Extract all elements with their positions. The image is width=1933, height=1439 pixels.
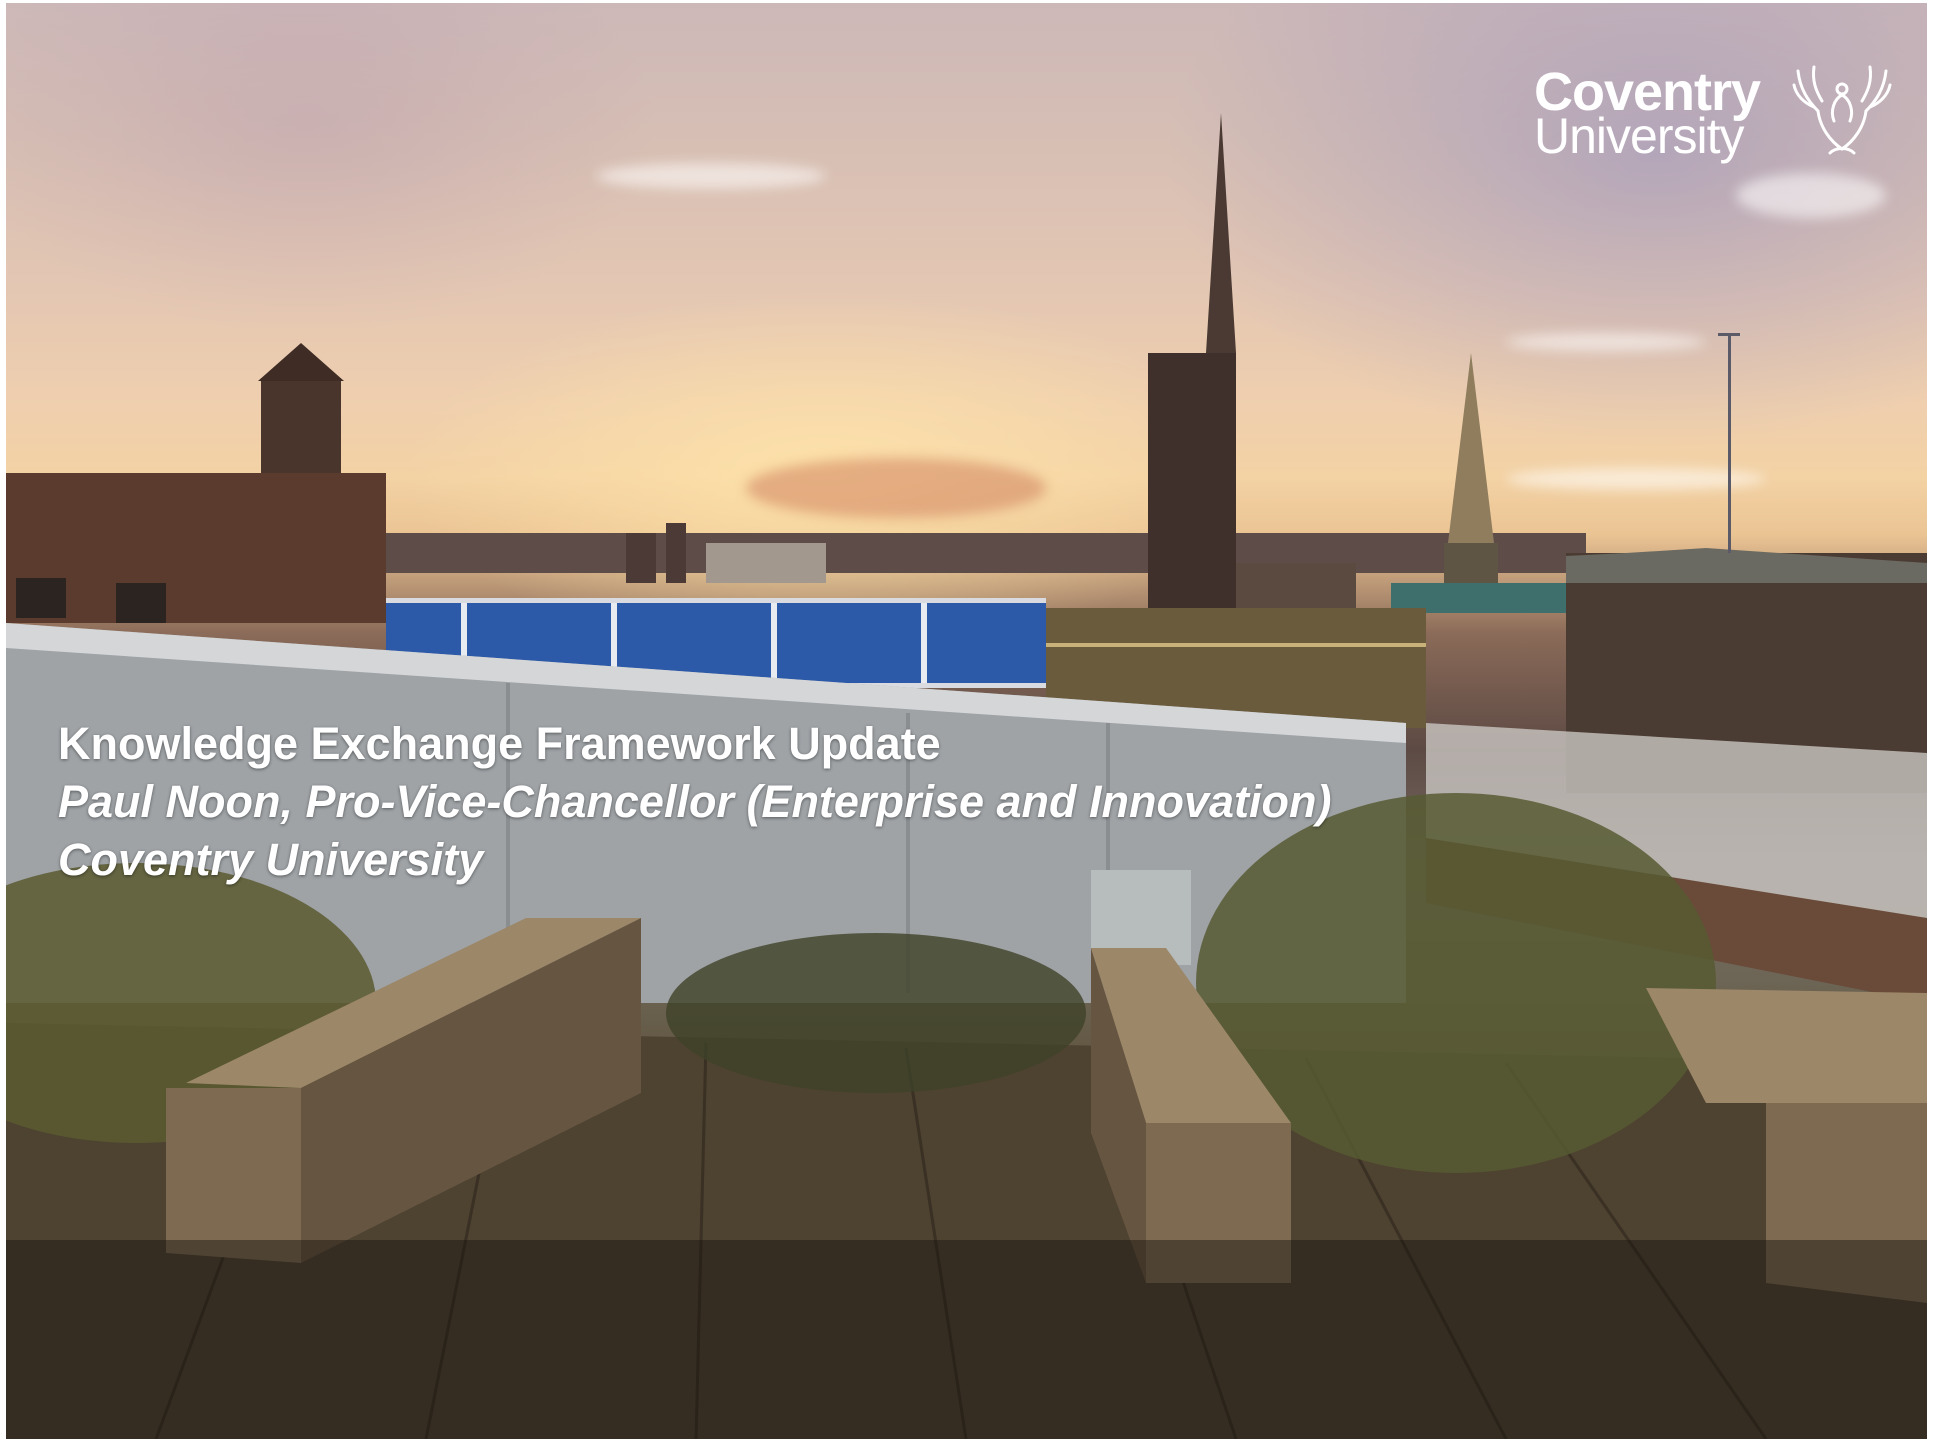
presenter-name: Paul Noon, Pro-Vice-Chancellor (Enterpri… <box>58 776 1332 827</box>
coventry-university-logo: Coventry University <box>1534 61 1894 166</box>
bottom-shade-band <box>6 1240 1927 1439</box>
phoenix-emblem-icon <box>1792 65 1892 155</box>
logo-text-university: University <box>1534 108 1744 164</box>
title-slide: Coventry University Knowledge Exchange F… <box>6 3 1927 1439</box>
slide-title: Knowledge Exchange Framework Update <box>58 718 941 769</box>
title-block: Knowledge Exchange Framework Update Paul… <box>58 715 1758 889</box>
organisation-name: Coventry University <box>58 834 484 885</box>
